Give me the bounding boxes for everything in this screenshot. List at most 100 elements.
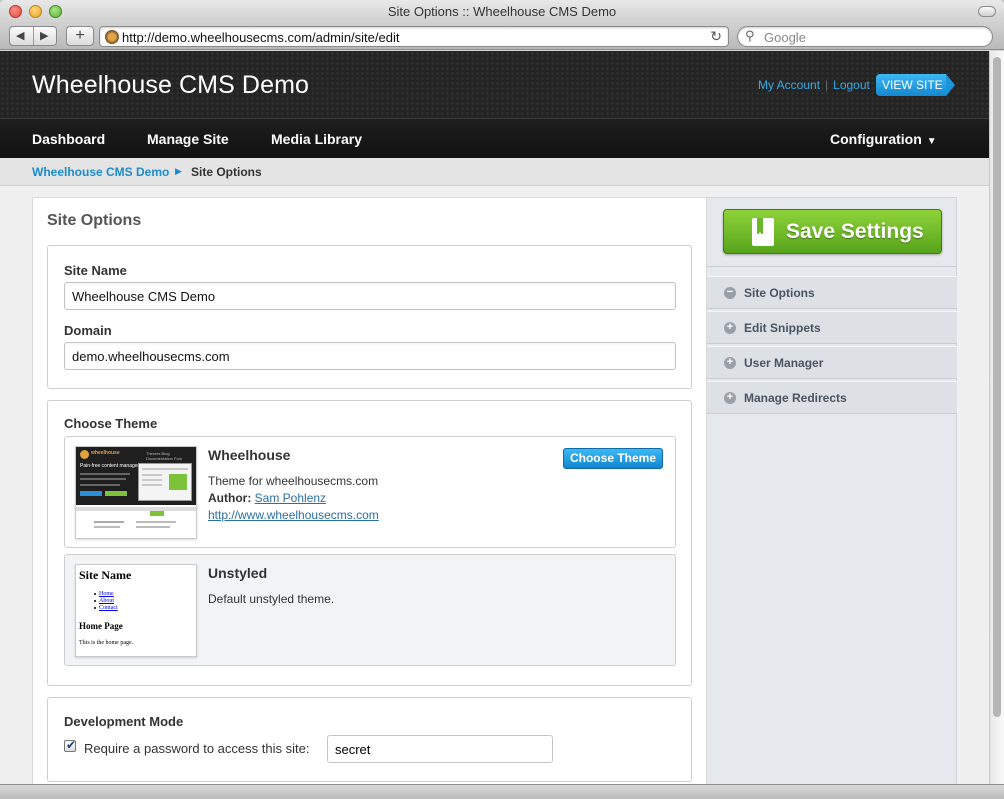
- mini-link-item: Home: [94, 591, 118, 598]
- site-title[interactable]: Wheelhouse CMS Demo: [32, 71, 309, 100]
- mini-text-line: [94, 526, 120, 528]
- mini-text-line: [142, 474, 162, 476]
- mini-green-button: [105, 491, 127, 496]
- mini-text-line: [136, 526, 170, 528]
- theme-fieldset: Choose Theme wheelhouse Themes Blog Docu…: [47, 400, 692, 686]
- toolbar-toggle-button[interactable]: [978, 6, 996, 17]
- password-input[interactable]: [327, 735, 553, 763]
- mini-bar: [76, 507, 196, 511]
- page-viewport: Wheelhouse CMS Demo My Account | Logout VI…: [0, 51, 989, 784]
- theme-card-unstyled[interactable]: Site Name Home About Contact Home Page T…: [64, 554, 676, 666]
- mini-text-line: [80, 478, 126, 480]
- plus-circle-icon: +: [724, 322, 736, 334]
- mini-page-body: This is the home page.: [79, 640, 134, 646]
- mini-theme-header: wheelhouse Themes Blog Documentation For…: [76, 447, 196, 505]
- site-favicon-icon: [105, 30, 119, 44]
- mini-nav-text: Themes Blog Documentation Fork: [146, 451, 183, 461]
- browser-status-bar: [0, 784, 1004, 799]
- bullet-icon: [94, 606, 96, 609]
- window-titlebar: Site Options :: Wheelhouse CMS Demo: [0, 0, 1004, 24]
- bookmark-icon: [752, 218, 774, 246]
- nav-media-library[interactable]: Media Library: [271, 131, 362, 147]
- breadcrumb-arrow-icon: ▶: [175, 166, 182, 176]
- main-navigation: Dashboard Manage Site Media Library Conf…: [0, 118, 989, 158]
- nav-configuration-label: Configuration: [830, 131, 922, 147]
- theme-description: Theme for wheelhousecms.com: [208, 474, 379, 488]
- forward-arrow-icon[interactable]: ▶: [40, 29, 48, 42]
- development-mode-fieldset: Development Mode Require a password to a…: [47, 697, 692, 782]
- theme-author: Author: Sam Pohlenz: [208, 491, 326, 505]
- url-text: http://demo.wheelhousecms.com/admin/site…: [122, 30, 400, 45]
- mini-green-block: [169, 474, 187, 490]
- mini-link-item: Contact: [94, 605, 118, 612]
- mini-logo-text: wheelhouse: [91, 450, 120, 456]
- sidebar-item-edit-snippets[interactable]: + Edit Snippets: [707, 311, 957, 344]
- view-site-button[interactable]: VIEW SITE: [876, 74, 955, 96]
- mini-text-line: [142, 468, 188, 470]
- mini-unstyled-page: Site Name Home About Contact Home Page T…: [76, 565, 196, 656]
- nav-configuration[interactable]: Configuration ▼: [830, 131, 937, 147]
- site-name-input[interactable]: [64, 282, 676, 310]
- wheelhouse-theme-thumbnail: wheelhouse Themes Blog Documentation For…: [75, 446, 197, 539]
- require-password-checkbox[interactable]: [64, 738, 76, 752]
- choose-theme-label: Choose Theme: [64, 416, 158, 431]
- author-link[interactable]: Sam Pohlenz: [255, 491, 326, 505]
- mini-link: Contact: [99, 605, 118, 611]
- scrollbar-thumb[interactable]: [993, 57, 1001, 717]
- theme-url-link[interactable]: http://www.wheelhousecms.com: [208, 508, 379, 522]
- mini-text-line: [80, 484, 120, 486]
- sidebar-item-site-options[interactable]: − Site Options: [707, 276, 957, 309]
- save-settings-label: Save Settings: [786, 220, 924, 243]
- require-password-label[interactable]: Require a password to access this site:: [84, 741, 309, 756]
- add-bookmark-button[interactable]: +: [66, 26, 94, 46]
- mini-blue-button: [80, 491, 102, 496]
- bullet-icon: [94, 592, 96, 595]
- minimize-window-icon[interactable]: [29, 5, 42, 18]
- plus-circle-icon: +: [724, 357, 736, 369]
- mini-logo-icon: [80, 450, 89, 459]
- browser-window: Site Options :: Wheelhouse CMS Demo ◀ ▶ …: [0, 0, 1004, 799]
- vertical-scrollbar[interactable]: [989, 51, 1004, 784]
- mini-link-list: Home About Contact: [94, 591, 118, 612]
- site-name-label: Site Name: [64, 263, 127, 278]
- sidebar-item-label: User Manager: [744, 356, 824, 370]
- sidebar-item-label: Site Options: [744, 286, 815, 300]
- sidebar-item-user-manager[interactable]: + User Manager: [707, 346, 957, 379]
- minus-circle-icon: −: [724, 287, 736, 299]
- breadcrumb-root-link[interactable]: Wheelhouse CMS Demo: [32, 165, 169, 179]
- sidebar-item-label: Manage Redirects: [744, 391, 847, 405]
- mini-text-line: [142, 479, 162, 481]
- zoom-window-icon[interactable]: [49, 5, 62, 18]
- my-account-link[interactable]: My Account: [758, 78, 820, 92]
- sidebar-item-manage-redirects[interactable]: + Manage Redirects: [707, 381, 957, 414]
- bullet-icon: [94, 599, 96, 602]
- mini-text-line: [94, 521, 124, 523]
- close-window-icon[interactable]: [9, 5, 22, 18]
- theme-card-wheelhouse[interactable]: wheelhouse Themes Blog Documentation For…: [64, 436, 676, 548]
- choose-theme-button[interactable]: Choose Theme: [563, 448, 663, 469]
- back-arrow-icon[interactable]: ◀: [16, 29, 24, 42]
- author-label: Author:: [208, 491, 252, 505]
- breadcrumb: Wheelhouse CMS Demo ▶ Site Options: [0, 158, 989, 186]
- reload-icon[interactable]: ↻: [710, 28, 722, 45]
- mini-text-line: [136, 521, 176, 523]
- caret-down-icon: ▼: [926, 136, 937, 147]
- domain-input[interactable]: [64, 342, 676, 370]
- development-mode-label: Development Mode: [64, 714, 184, 729]
- breadcrumb-current: Site Options: [191, 165, 262, 179]
- address-bar[interactable]: http://demo.wheelhousecms.com/admin/site…: [99, 26, 729, 47]
- unstyled-theme-thumbnail: Site Name Home About Contact Home Page T…: [75, 564, 197, 657]
- domain-label: Domain: [64, 323, 112, 338]
- nav-dashboard[interactable]: Dashboard: [32, 131, 105, 147]
- theme-url-row: http://www.wheelhousecms.com: [208, 508, 379, 522]
- header-links: My Account | Logout: [758, 78, 870, 92]
- search-field[interactable]: ⚲ Google: [737, 26, 993, 47]
- plus-circle-icon: +: [724, 392, 736, 404]
- save-settings-button[interactable]: Save Settings: [723, 209, 942, 254]
- header-link-separator: |: [825, 78, 829, 92]
- mini-text-line: [142, 484, 162, 486]
- nav-manage-site[interactable]: Manage Site: [147, 131, 229, 147]
- logout-link[interactable]: Logout: [833, 78, 870, 92]
- mini-page-heading: Home Page: [79, 621, 123, 631]
- mini-screenshot: [138, 463, 192, 501]
